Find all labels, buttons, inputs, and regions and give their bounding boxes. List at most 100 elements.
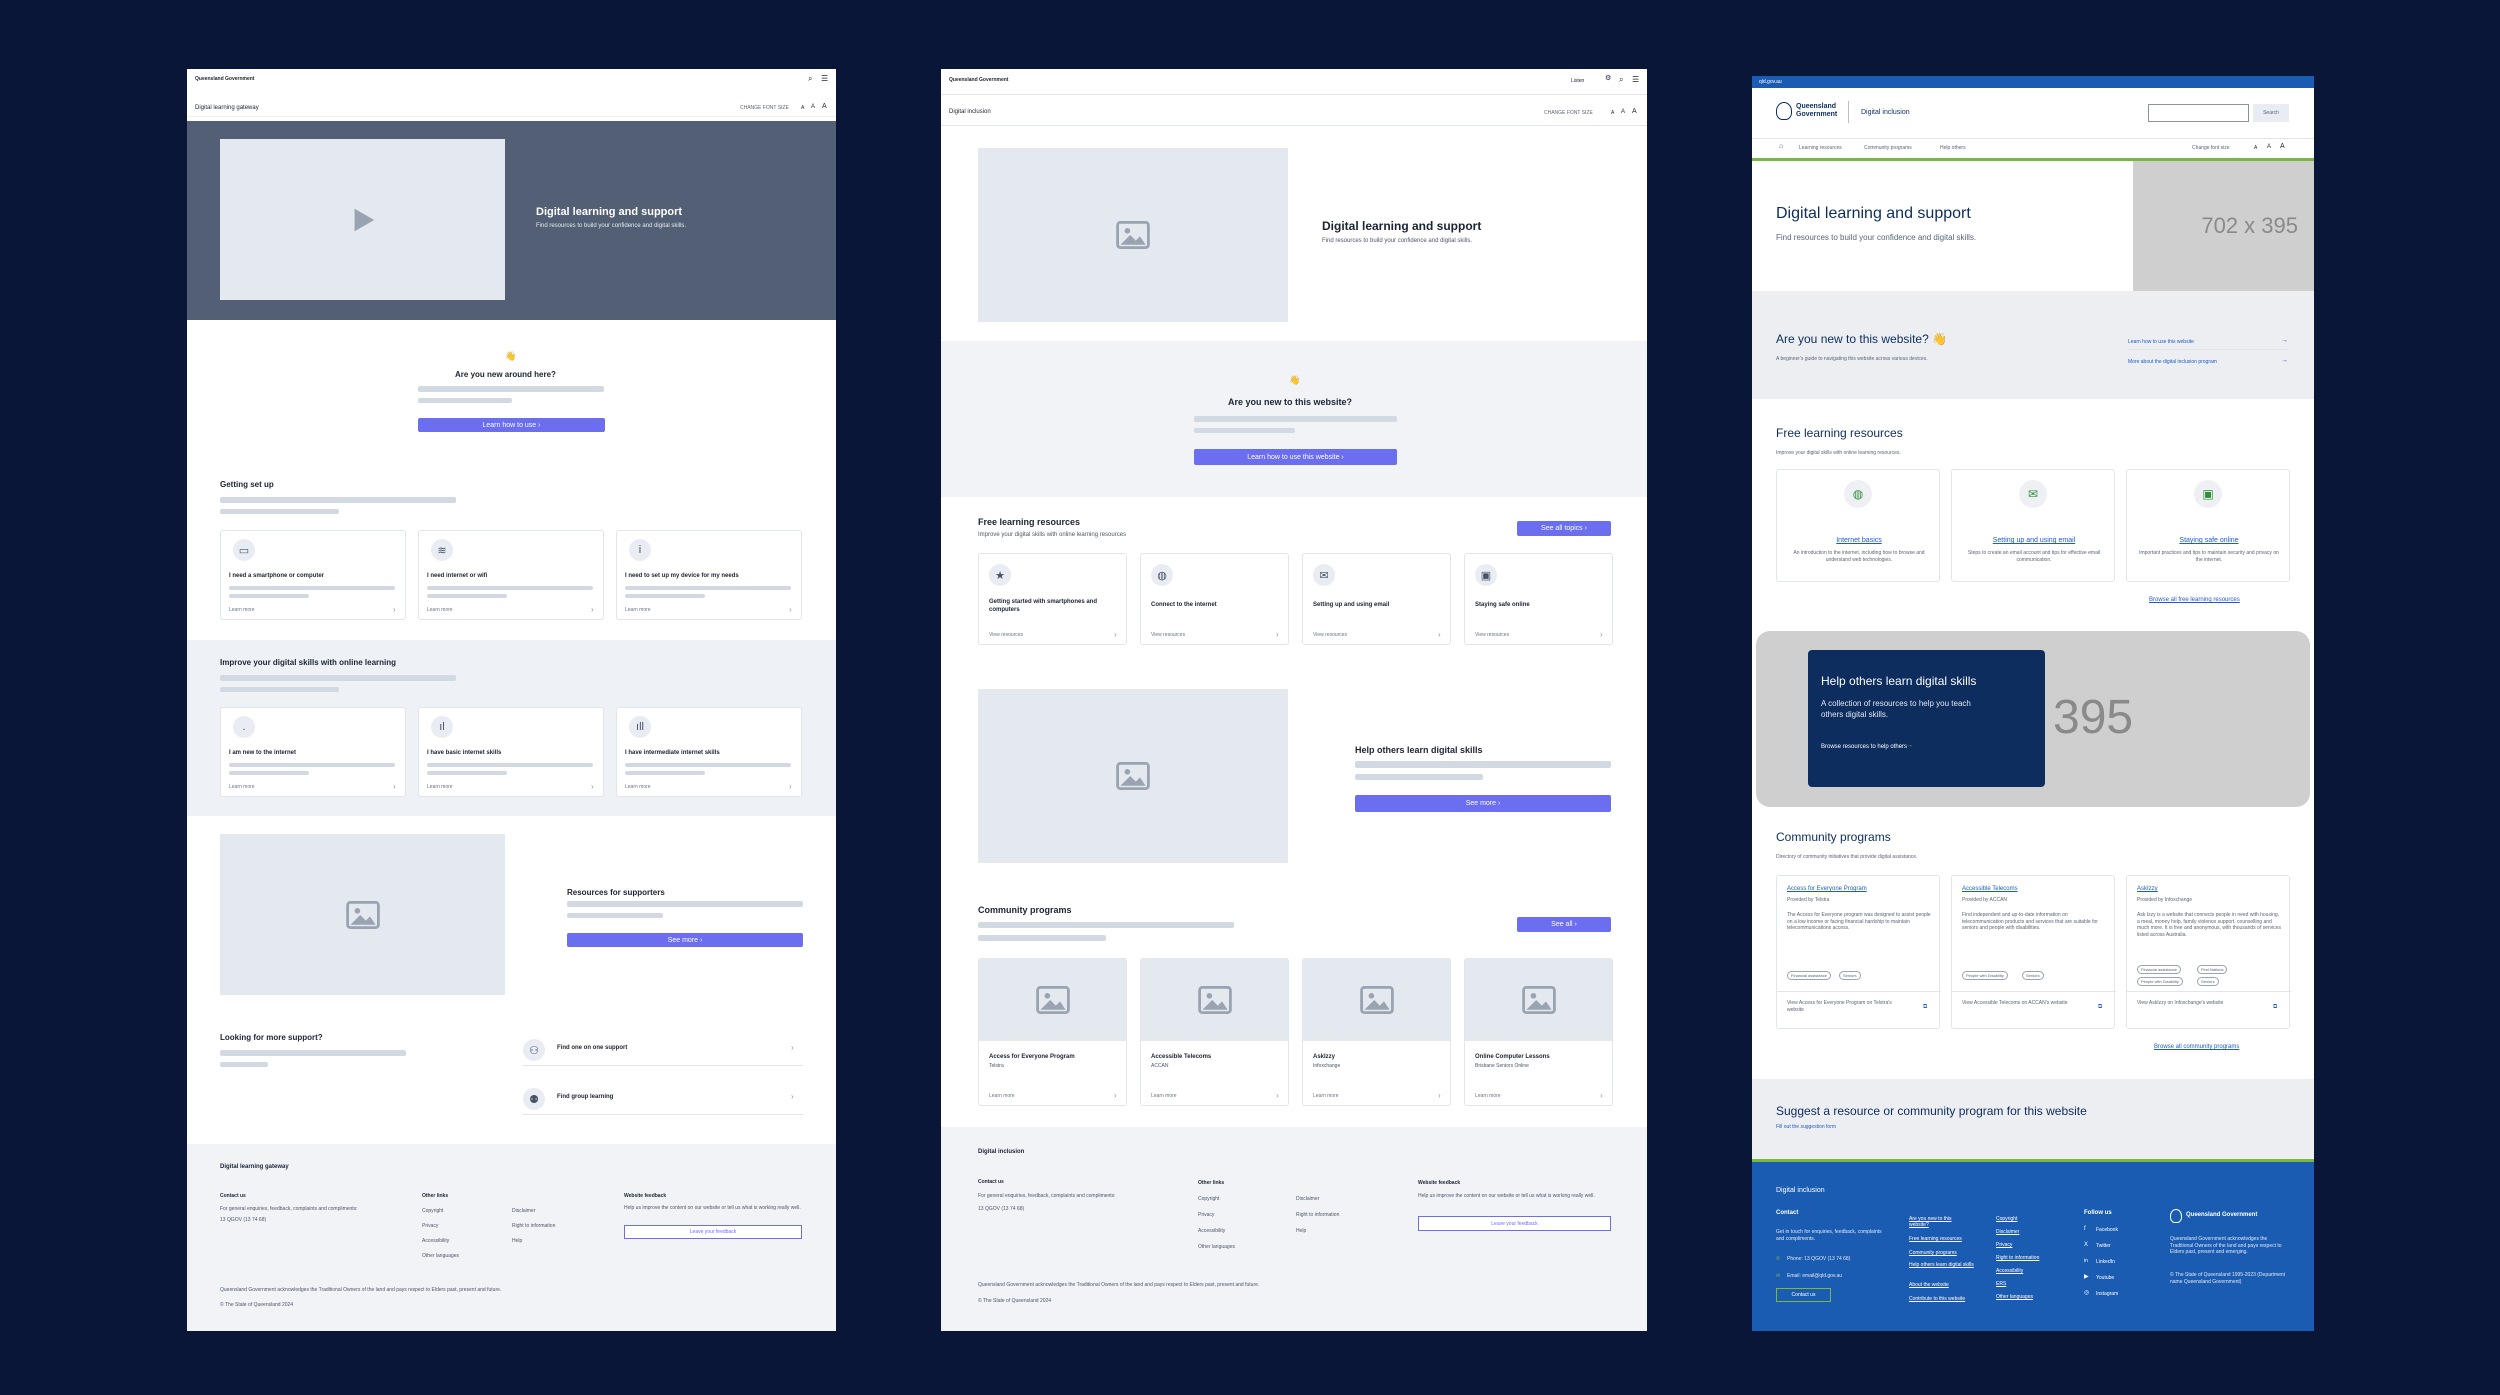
footer-link[interactable]: Disclaimer — [1296, 1196, 1319, 1202]
linkedin-link[interactable]: LinkedIn — [2096, 1259, 2115, 1265]
font-small-button[interactable]: A — [801, 105, 804, 111]
facebook-link[interactable]: Facebook — [2096, 1227, 2118, 1233]
instagram-link[interactable]: Instagram — [2096, 1291, 2118, 1297]
settings-icon[interactable]: ⚙ — [1605, 75, 1611, 83]
tag[interactable]: Seniors — [2022, 971, 2044, 980]
free-card-internet-basics[interactable]: ◍ Internet basics An introduction to the… — [1776, 469, 1940, 582]
leave-feedback-button[interactable]: Leave your feedback — [1418, 1216, 1611, 1231]
qld-logo[interactable]: Queensland Government — [1796, 103, 1837, 118]
community-card[interactable]: Accessible Telecoms Provided by ACCAN Fi… — [1951, 875, 2116, 1029]
help-see-more-button[interactable]: See more › — [1355, 795, 1611, 812]
search-input[interactable] — [2148, 104, 2249, 122]
footer-link[interactable]: Other languages — [1198, 1244, 1235, 1250]
learn-more-link[interactable]: Learn more — [625, 607, 651, 613]
setup-card-internet[interactable]: ≋ I need internet or wifi Learn more › — [418, 530, 604, 620]
community-see-all-button[interactable]: See all › — [1517, 917, 1611, 932]
learn-how-link[interactable]: Learn how to use this website — [2128, 339, 2194, 345]
setup-card-device[interactable]: ▭ I need a smartphone or computer Learn … — [220, 530, 406, 620]
footer-phone[interactable]: 13 QGOV (13 74 68) — [978, 1206, 1024, 1212]
learn-how-button[interactable]: Learn how to use this website › — [1194, 449, 1397, 465]
card-external-link[interactable]: View AskIzzy on Infoxchange's website — [2137, 1000, 2257, 1007]
footer-link[interactable]: Help — [512, 1238, 522, 1244]
tag[interactable]: Seniors — [1839, 971, 1861, 980]
footer-link[interactable]: Privacy — [1198, 1212, 1214, 1218]
footer-link[interactable]: Copyright — [422, 1208, 443, 1214]
free-card-smartphones[interactable]: ★ Getting started with smartphones and c… — [978, 553, 1127, 645]
improve-card-new[interactable]: . I am new to the internet Learn more › — [220, 707, 406, 797]
tag[interactable]: People with Disability — [1962, 971, 2008, 980]
tag[interactable]: Financial assistance — [2137, 965, 2182, 974]
free-card-safety[interactable]: ▣ Staying safe online View resources › — [1464, 553, 1613, 645]
community-card[interactable]: AskIzzy Infoxchange Learn more › — [1302, 958, 1451, 1106]
learn-more-link[interactable]: Learn more — [989, 1093, 1015, 1099]
setup-card-needs[interactable]: i I need to set up my device for my need… — [616, 530, 802, 620]
improve-card-intermediate[interactable]: ıll I have intermediate internet skills … — [616, 707, 802, 797]
footer-phone[interactable]: 13 QGOV (13 74 68) — [220, 1217, 266, 1223]
footer-email[interactable]: Email: email@qld.gov.au — [1787, 1273, 1842, 1279]
free-card-internet[interactable]: ◍ Connect to the internet View resources… — [1140, 553, 1289, 645]
footer-link[interactable]: Other languages — [1996, 1294, 2033, 1300]
community-card[interactable]: Access for Everyone Program Provided by … — [1776, 875, 1941, 1029]
footer-link[interactable]: Copyright — [1198, 1196, 1219, 1202]
qld-logo[interactable]: Queensland Government — [949, 77, 1008, 83]
footer-link[interactable]: Accessibility — [422, 1238, 449, 1244]
footer-link[interactable]: Help others learn digital skills — [1909, 1262, 1975, 1268]
learn-more-link[interactable]: Learn more — [427, 784, 453, 790]
contact-us-button[interactable]: Contact us — [1776, 1288, 1831, 1302]
footer-link[interactable]: Right to information — [512, 1223, 555, 1229]
font-medium-button[interactable]: A — [811, 104, 815, 111]
qld-logo[interactable]: Queensland Government — [195, 76, 254, 82]
nav-learning-resources[interactable]: Learning resources — [1799, 145, 1842, 151]
learn-more-link[interactable]: Learn more — [427, 607, 453, 613]
home-icon[interactable]: ⌂ — [1779, 143, 1783, 151]
search-icon[interactable]: ⌕ — [808, 74, 812, 84]
view-resources-link[interactable]: View resources — [1313, 632, 1347, 638]
site-name[interactable]: Digital inclusion — [1861, 109, 1910, 117]
menu-icon[interactable]: ☰ — [821, 74, 828, 84]
footer-link[interactable]: Disclaimer — [512, 1208, 535, 1214]
tag[interactable]: First Nations — [2197, 965, 2228, 974]
tag[interactable]: People with Disability — [2137, 977, 2183, 986]
learn-more-link[interactable]: Learn more — [229, 607, 255, 613]
footer-link[interactable]: Disclaimer — [1996, 1229, 2019, 1235]
learn-more-link[interactable]: Learn more — [625, 784, 651, 790]
card-title-link[interactable]: Internet basics — [1777, 537, 1941, 544]
learn-more-link[interactable]: Learn more — [229, 784, 255, 790]
about-program-link[interactable]: More about the digital inclusion program — [2128, 359, 2217, 365]
footer-link[interactable]: Free learning resources — [1909, 1236, 1962, 1242]
font-small-button[interactable]: A — [2254, 145, 2257, 151]
footer-link[interactable]: Contribute to this website — [1909, 1296, 1965, 1302]
search-button[interactable]: Search — [2253, 104, 2289, 122]
card-title-link[interactable]: Accessible Telecoms — [1962, 886, 2018, 893]
footer-link[interactable]: ERS — [1996, 1281, 2006, 1287]
footer-phone[interactable]: Phone: 13 QGOV (13 74 68) — [1787, 1256, 1850, 1262]
listen-button[interactable]: Listen — [1571, 78, 1584, 84]
tag[interactable]: Seniors — [2197, 977, 2219, 986]
view-resources-link[interactable]: View resources — [1475, 632, 1509, 638]
search-icon[interactable]: ⌕ — [1619, 75, 1623, 85]
improve-card-basic[interactable]: ıl I have basic internet skills Learn mo… — [418, 707, 604, 797]
nav-community-programs[interactable]: Community programs — [1864, 145, 1912, 151]
learn-more-link[interactable]: Learn more — [1313, 1093, 1339, 1099]
community-card[interactable]: Online Computer Lessons Brisbane Seniors… — [1464, 958, 1613, 1106]
font-medium-button[interactable]: A — [2267, 144, 2271, 151]
card-title-link[interactable]: Setting up and using email — [1952, 537, 2116, 544]
suggestion-form-link[interactable]: Fill out the suggestion form — [1776, 1124, 1836, 1130]
menu-icon[interactable]: ☰ — [1632, 75, 1639, 85]
font-large-button[interactable]: A — [822, 103, 827, 111]
footer-link[interactable]: Privacy — [1996, 1242, 2012, 1248]
card-title-link[interactable]: AskIzzy — [2137, 886, 2158, 893]
footer-link[interactable]: Are you new to this website? — [1909, 1216, 1971, 1229]
footer-link[interactable]: Accessibility — [1198, 1228, 1225, 1234]
font-small-button[interactable]: A — [1611, 110, 1614, 116]
footer-link[interactable]: Copyright — [1996, 1216, 2017, 1222]
footer-link[interactable]: Other languages — [422, 1253, 459, 1259]
footer-link[interactable]: Right to information — [1996, 1255, 2039, 1261]
view-resources-link[interactable]: View resources — [1151, 632, 1185, 638]
qld-gov-link[interactable]: qld.gov.au — [1759, 79, 1782, 85]
site-name[interactable]: Digital inclusion — [949, 109, 991, 116]
card-title-link[interactable]: Staying safe online — [2127, 537, 2291, 544]
font-large-button[interactable]: A — [2280, 143, 2285, 151]
footer-qld-logo[interactable]: Queensland Government — [2186, 1212, 2257, 1219]
footer-link[interactable]: Accessibility — [1996, 1268, 2023, 1274]
